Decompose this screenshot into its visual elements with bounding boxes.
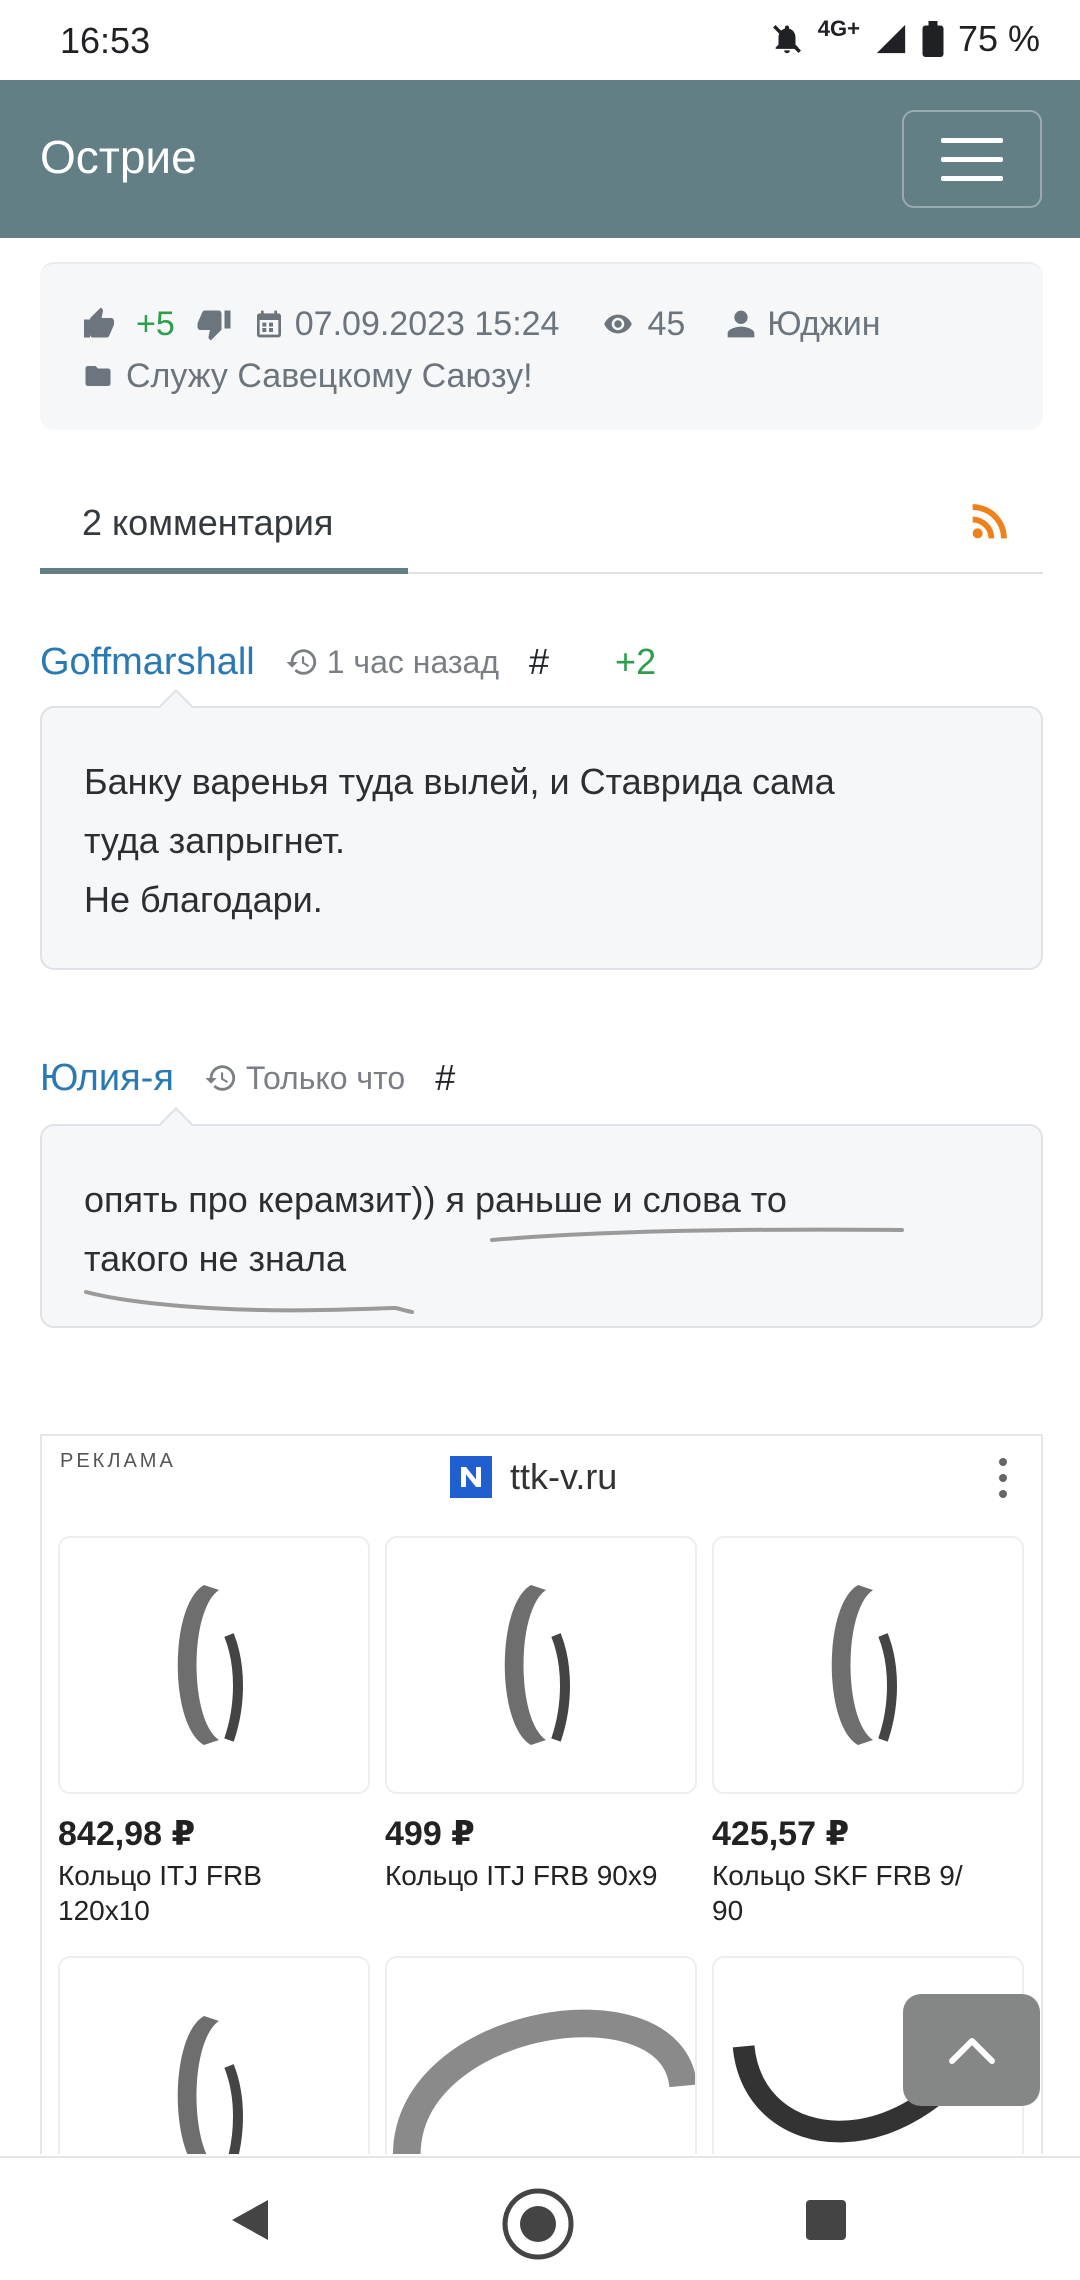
ring-image [58, 1536, 370, 1794]
product-price: 425,57 ₽ [712, 1815, 850, 1853]
folder-icon [85, 366, 111, 386]
app-bar: Острие [0, 80, 1080, 238]
hamburger-menu-button[interactable] [902, 110, 1042, 208]
comment-time-text: Только что [245, 1059, 406, 1096]
comment-time: Только что [204, 1060, 405, 1097]
menu-line-icon [941, 156, 1003, 162]
eye-icon [604, 314, 633, 334]
signal-icon [876, 24, 906, 54]
ring-image [385, 1536, 697, 1794]
battery-icon [922, 21, 944, 57]
post-meta: +5 07.09.2023 15:24 45 Юджин Служу Савец… [40, 262, 1043, 430]
comment-permalink[interactable]: # [435, 1057, 455, 1099]
ring-image [712, 1536, 1024, 1794]
post-category[interactable]: Служу Савецкому Саюзу! [126, 357, 533, 396]
post-author[interactable]: Юджин [767, 305, 880, 344]
ad-site-name: ttk-v.ru [510, 1456, 618, 1497]
comments-tabs: 2 комментария [40, 488, 1043, 574]
product-price: 499 ₽ [385, 1815, 475, 1853]
comment-text-line: Банку варенья туда вылей, и Ставрида сам… [84, 761, 835, 802]
tab-comments[interactable]: 2 комментария [40, 488, 408, 574]
ad-site[interactable]: ttk-v.ru [450, 1456, 617, 1498]
comment-text-line: туда запрыгнет. [84, 820, 345, 861]
network-type: 4G+ [817, 16, 860, 41]
product-price: 842,98 ₽ [58, 1815, 196, 1853]
comment-notch [159, 689, 193, 723]
ad-block[interactable]: РЕКЛАМА ttk-v.ru 842,98 ₽ Кольцо ITJ FRB… [40, 1434, 1043, 2154]
comment-text-line: Не благодари. [84, 879, 323, 920]
comment-time-text: 1 час назад [326, 643, 500, 680]
comment-time: 1 час назад [285, 644, 499, 681]
home-icon[interactable] [500, 2186, 576, 2262]
product-name: Кольцо ITJ FRB 120x10 [58, 1860, 262, 1926]
menu-line-icon [941, 137, 1003, 143]
ad-product-card[interactable]: 499 ₽ Кольцо ITJ FRB 90x9 [385, 1536, 697, 1893]
ring-image[interactable] [385, 1956, 697, 2154]
site-brand[interactable]: Острие [40, 130, 197, 184]
comment-body: опять про керамзит)) я раньше и слова то… [40, 1107, 1043, 1328]
menu-line-icon [941, 175, 1003, 181]
advertiser-logo-icon [450, 1456, 492, 1498]
comment-score: +2 [615, 641, 657, 682]
comment-header: Юлия-я Только что # [40, 1048, 521, 1108]
status-icons: 4G+ 75 % [770, 16, 1040, 60]
calendar-icon [256, 310, 281, 338]
handwritten-underline [84, 1227, 904, 1314]
comment-author[interactable]: Юлия-я [40, 1057, 174, 1100]
comment-header: Goffmarshall 1 час назад # +2 [40, 632, 656, 692]
product-name: Кольцо SKF FRB 9/90 [712, 1860, 963, 1926]
post-views: 45 [647, 304, 686, 343]
system-nav-bar [0, 2156, 1080, 2280]
user-icon [727, 310, 755, 338]
ad-product-card[interactable]: 425,57 ₽ Кольцо SKF FRB 9/90 [712, 1536, 1024, 1928]
product-name: Кольцо ITJ FRB 90x9 [385, 1860, 658, 1891]
post-date: 07.09.2023 15:24 [294, 304, 560, 343]
thumbs-down-icon[interactable] [195, 306, 233, 342]
comment-body: Банку варенья туда вылей, и Ставрида сам… [40, 689, 1043, 970]
more-options-icon[interactable] [999, 1458, 1007, 1498]
chevron-up-icon [948, 2038, 995, 2064]
ad-product-card[interactable]: 842,98 ₽ Кольцо ITJ FRB 120x10 [58, 1536, 370, 1928]
status-time: 16:53 [60, 20, 151, 61]
scroll-to-top-button[interactable] [903, 1994, 1040, 2106]
battery-percent: 75 % [957, 18, 1040, 59]
rss-icon[interactable] [971, 500, 1011, 540]
mute-notifications-icon [772, 25, 801, 54]
status-bar: 16:53 4G+ 75 % [0, 0, 1080, 80]
history-icon [286, 649, 316, 675]
recent-apps-icon[interactable] [806, 2200, 846, 2240]
ad-label: РЕКЛАМА [60, 1450, 176, 1472]
ring-image[interactable] [58, 1956, 370, 2154]
comment-permalink[interactable]: # [529, 641, 549, 683]
back-icon[interactable] [228, 2196, 272, 2244]
comment-author[interactable]: Goffmarshall [40, 641, 255, 684]
post-score: +5 [136, 304, 175, 343]
history-icon [205, 1065, 236, 1091]
thumbs-up-icon[interactable] [80, 306, 118, 342]
